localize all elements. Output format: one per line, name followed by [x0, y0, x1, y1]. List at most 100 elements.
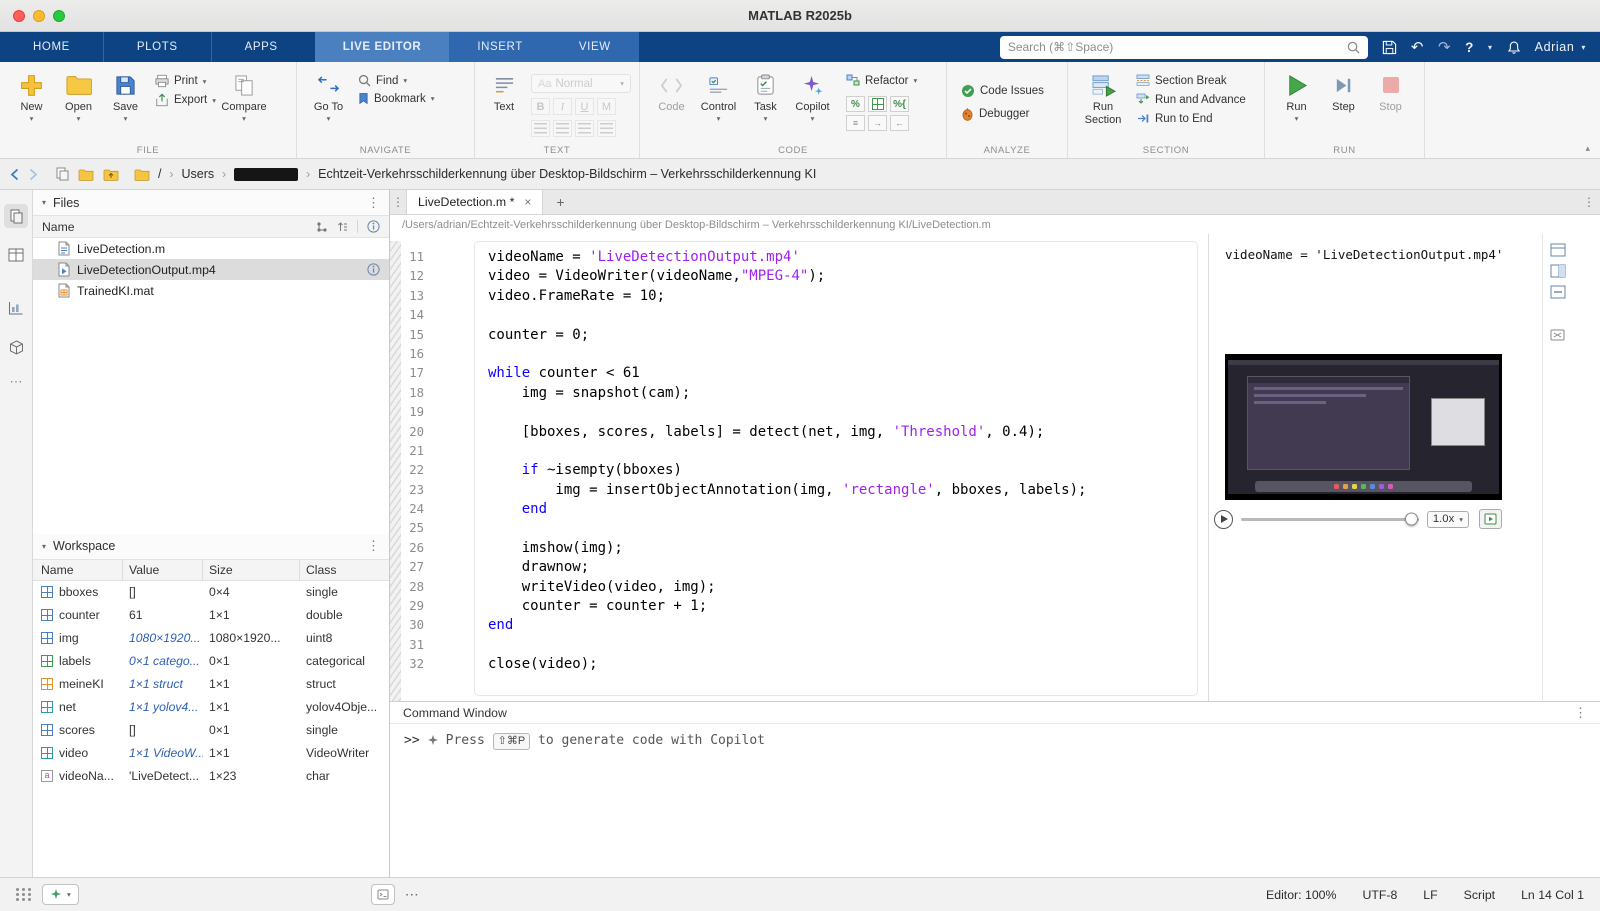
workspace-row[interactable]: meineKI1×1 struct1×1struct	[33, 673, 389, 696]
terminal-toggle-button[interactable]	[371, 884, 395, 905]
go-to-button[interactable]: Go To ▾	[305, 68, 352, 122]
new-button[interactable]: New ▾	[8, 68, 55, 122]
breadcrumb-users[interactable]: Users	[181, 167, 214, 181]
editor-zoom-status[interactable]: Editor: 100%	[1266, 888, 1336, 902]
playback-speed-select[interactable]: 1.0x ▾	[1427, 511, 1469, 528]
code-button[interactable]: Code	[648, 68, 695, 114]
close-window-button[interactable]	[13, 10, 25, 22]
layout-hide-icon[interactable]	[1550, 285, 1566, 299]
code-editor[interactable]: 11videoName = 'LiveDetectionOutput.mp4'1…	[390, 234, 1208, 701]
quick-access-chevron-icon[interactable]: ▾	[1488, 43, 1493, 52]
decrease-indent-button2[interactable]: ←	[890, 115, 909, 131]
save-quick-icon[interactable]	[1382, 40, 1397, 55]
file-type-status[interactable]: Script	[1464, 888, 1495, 902]
code-line[interactable]: 29 counter = counter + 1;	[390, 597, 1208, 616]
workspace-row[interactable]: labels0×1 catego...0×1categorical	[33, 650, 389, 673]
new-folder-icon[interactable]	[78, 168, 94, 181]
workspace-row[interactable]: scores[]0×1single	[33, 719, 389, 742]
numbered-list-button[interactable]	[553, 120, 572, 137]
code-line[interactable]: 11videoName = 'LiveDetectionOutput.mp4'	[390, 248, 1208, 267]
monospace-button[interactable]: M	[597, 98, 616, 115]
video-thumbnail[interactable]	[1225, 354, 1502, 500]
code-line[interactable]: 27 drawnow;	[390, 558, 1208, 577]
breadcrumb-redacted-segment[interactable]	[234, 168, 298, 181]
workspace-row[interactable]: counter611×1double	[33, 604, 389, 627]
help-icon[interactable]: ?	[1465, 40, 1474, 55]
wrap-comments-button[interactable]: %{	[890, 96, 909, 112]
print-button[interactable]: Print ▾	[155, 74, 216, 88]
search-box[interactable]	[1000, 36, 1368, 59]
code-issues-button[interactable]: Code Issues	[961, 84, 1044, 98]
open-button[interactable]: Open ▾	[55, 68, 102, 122]
command-window-header[interactable]: Command Window ⋮	[390, 702, 1600, 724]
tab-home[interactable]: HOME	[0, 32, 103, 62]
workspace-row[interactable]: video1×1 VideoW...1×1VideoWriter	[33, 742, 389, 765]
close-tab-icon[interactable]: ×	[524, 195, 531, 209]
tab-insert[interactable]: INSERT	[449, 32, 551, 62]
code-line[interactable]: 31	[390, 636, 1208, 655]
code-line[interactable]: 22 if ~isempty(bboxes)	[390, 461, 1208, 480]
underline-button[interactable]: U	[575, 98, 594, 115]
code-line[interactable]: 24 end	[390, 500, 1208, 519]
more-panels-icon[interactable]: ⋯	[10, 374, 23, 390]
stop-button[interactable]: Stop	[1367, 68, 1414, 114]
file-row[interactable]: LiveDetection.m	[33, 238, 389, 259]
video-scrubber[interactable]	[1241, 518, 1419, 521]
workspace-panel-icon[interactable]	[4, 243, 28, 267]
find-button[interactable]: Find ▾	[358, 74, 435, 87]
copy-path-icon[interactable]	[55, 167, 69, 181]
group-files-icon[interactable]	[316, 221, 328, 233]
comment-button[interactable]: %	[846, 96, 865, 112]
run-section-button[interactable]: Run Section	[1076, 68, 1130, 126]
workspace-row[interactable]: videoNa...'LiveDetect...1×23char	[33, 765, 389, 788]
tab-apps[interactable]: APPS	[211, 32, 311, 62]
run-and-advance-button[interactable]: Run and Advance	[1136, 93, 1246, 106]
code-line[interactable]: 23 img = insertObjectAnnotation(img, 're…	[390, 481, 1208, 500]
scrubber-thumb[interactable]	[1405, 513, 1418, 526]
code-line[interactable]: 15counter = 0;	[390, 326, 1208, 345]
text-button[interactable]: Text	[483, 68, 525, 114]
code-line[interactable]: 16	[390, 345, 1208, 364]
italic-button[interactable]: I	[553, 98, 572, 115]
code-line[interactable]: 25	[390, 519, 1208, 538]
forward-button[interactable]	[29, 168, 38, 181]
layout-grid-icon[interactable]	[16, 888, 32, 901]
code-line[interactable]: 26 imshow(img);	[390, 539, 1208, 558]
workspace-row[interactable]: net1×1 yolov4...1×1yolov4Obje...	[33, 696, 389, 719]
task-button[interactable]: Task ▾	[742, 68, 789, 122]
breadcrumb-root[interactable]: /	[158, 167, 161, 181]
debugger-button[interactable]: Debugger	[961, 107, 1044, 121]
addons-panel-icon[interactable]	[4, 335, 28, 359]
file-row[interactable]: TrainedKI.mat	[33, 280, 389, 301]
file-row-selected[interactable]: LiveDetectionOutput.mp4	[33, 259, 389, 280]
code-line[interactable]: 13video.FrameRate = 10;	[390, 287, 1208, 306]
save-button[interactable]: Save ▾	[102, 68, 149, 122]
cursor-position-status[interactable]: Ln 14 Col 1	[1521, 888, 1584, 902]
decrease-indent-button[interactable]	[597, 120, 616, 137]
open-video-button[interactable]	[1479, 509, 1502, 529]
line-ending-status[interactable]: LF	[1423, 888, 1437, 902]
layout-inline-icon[interactable]	[1550, 243, 1566, 257]
more-status-icon[interactable]: ⋯	[405, 886, 420, 903]
section-break-button[interactable]: Section Break	[1136, 74, 1246, 87]
compare-button[interactable]: Compare ▾	[216, 68, 272, 122]
code-line[interactable]: 32close(video);	[390, 655, 1208, 674]
workspace-row[interactable]: img1080×1920...1080×1920...uint8	[33, 627, 389, 650]
redo-icon[interactable]: ↷	[1438, 40, 1451, 55]
code-line[interactable]: 18 img = snapshot(cam);	[390, 384, 1208, 403]
column-header-class[interactable]: Class	[300, 560, 390, 580]
smart-indent-button[interactable]: ≡	[846, 115, 865, 131]
refactor-button[interactable]: Refactor ▾	[846, 74, 917, 87]
code-line[interactable]: 12video = VideoWriter(videoName,"MPEG-4"…	[390, 267, 1208, 286]
code-line[interactable]: 17while counter < 61	[390, 364, 1208, 383]
bold-button[interactable]: B	[531, 98, 550, 115]
code-line[interactable]: 14	[390, 306, 1208, 325]
code-line[interactable]: 19	[390, 403, 1208, 422]
files-panel-icon[interactable]	[4, 204, 28, 228]
workspace-panel-header[interactable]: ▾ Workspace ⋮	[33, 534, 389, 559]
layout-right-icon[interactable]	[1550, 264, 1566, 278]
zoom-window-button[interactable]	[53, 10, 65, 22]
command-window-menu-icon[interactable]: ⋮	[1574, 705, 1587, 721]
figures-panel-icon[interactable]	[4, 296, 28, 320]
run-to-end-button[interactable]: Run to End	[1136, 112, 1246, 125]
